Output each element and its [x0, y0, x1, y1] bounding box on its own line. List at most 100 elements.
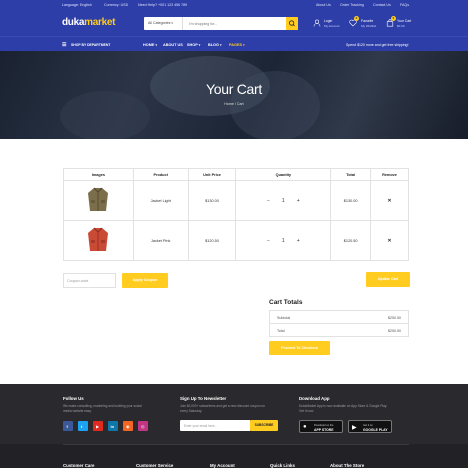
cart-label[interactable]: Your Cart: [397, 19, 411, 23]
play-icon: ▶: [352, 424, 357, 431]
column-header: Images: [63, 168, 134, 181]
newsletter-email-input[interactable]: Enter your email here...: [180, 420, 250, 431]
rss-icon[interactable]: ◉: [123, 421, 133, 431]
cart-totals-title: Cart Totals: [269, 299, 303, 306]
newsletter-text: every Saturday.: [180, 409, 203, 413]
chevron-down-icon: ▾: [198, 43, 201, 47]
twitter-icon[interactable]: t: [78, 421, 88, 431]
search-input[interactable]: [184, 17, 286, 30]
table-header-row: Images Product Unit Price Quantity Total…: [63, 168, 409, 181]
jacket-image[interactable]: [86, 186, 110, 214]
currency-select[interactable]: Currency: USD: [104, 3, 128, 7]
nav-item-shop[interactable]: SHOP ▾: [187, 43, 200, 47]
qty-increase-button[interactable]: +: [297, 198, 300, 204]
footer-links-area: Customer Care Customer Service My Accoun…: [0, 444, 468, 468]
nav-item-home[interactable]: HOME ▾: [143, 43, 157, 47]
search-icon: [288, 20, 295, 27]
table-row: Jacket Pink $120.50 − 1 + $120.50 ✕: [63, 220, 409, 261]
breadcrumb-home[interactable]: Home: [224, 102, 234, 106]
table-row: Jacket Light $130.00 − 1 + $130.00 ✕: [63, 180, 409, 221]
chevron-down-icon: ▾: [171, 21, 173, 25]
apply-coupon-button[interactable]: Apply Coupon: [122, 273, 168, 288]
qty-input[interactable]: 1: [282, 238, 285, 244]
facebook-icon[interactable]: f: [63, 421, 73, 431]
breadcrumb-current: Cart: [236, 102, 244, 106]
site-logo[interactable]: dukamarket: [62, 17, 115, 28]
total-value: $250.50: [388, 329, 401, 333]
instagram-icon[interactable]: ◎: [138, 421, 148, 431]
app-store-small: Download on the: [314, 423, 334, 427]
follow-us-text: We make consulting, marketing and buildi…: [63, 404, 142, 408]
top-link-faqs[interactable]: FAQs: [400, 3, 409, 7]
line-total: $130.00: [330, 180, 372, 221]
subtotal-row: Subtotal $250.50: [270, 311, 408, 324]
top-bar: Language: English Currency: USD Need Hel…: [0, 0, 468, 10]
product-image-cell: [63, 220, 134, 261]
youtube-icon[interactable]: ▶: [93, 421, 103, 431]
top-link-order-tracking[interactable]: Order Tracking: [340, 3, 364, 7]
total-label: Total: [277, 329, 285, 333]
nav-item-blog[interactable]: BLOG ▾: [208, 43, 222, 47]
cart-totals-box: Subtotal $250.50 Total $250.50: [269, 310, 409, 337]
close-icon[interactable]: ✕: [387, 238, 391, 244]
follow-us-title: Follow Us: [63, 396, 84, 401]
remove-button[interactable]: ✕: [370, 180, 409, 221]
app-store-label: APP STORE: [314, 427, 334, 432]
help-phone: Need Help? +001 123 456 789: [138, 3, 188, 7]
subtotal-value: $250.50: [388, 316, 401, 320]
chevron-down-icon: ▾: [243, 43, 245, 47]
subscribe-button[interactable]: SUBSCRIBE: [250, 420, 278, 431]
column-header: Quantity: [235, 168, 332, 181]
unit-price: $120.50: [187, 220, 237, 261]
search-bar: All Categories ▾: [144, 17, 298, 30]
google-play-small: Get it on: [363, 423, 373, 427]
close-icon[interactable]: ✕: [387, 198, 391, 204]
footer-column-title: My Account: [210, 463, 235, 468]
search-button[interactable]: [286, 17, 298, 30]
cart-sub[interactable]: $0.00: [397, 24, 405, 28]
footer-column-title: Customer Service: [136, 463, 174, 468]
top-link-about[interactable]: About Us: [316, 3, 331, 7]
newsletter-text: Join 60,000+ subscribers and get a new d…: [180, 404, 265, 408]
qty-decrease-button[interactable]: −: [267, 198, 270, 204]
wishlist-label[interactable]: Favorite: [361, 19, 373, 23]
app-store-button[interactable]: ● Download on the APP STORE: [299, 420, 343, 433]
qty-increase-button[interactable]: +: [297, 238, 300, 244]
subtotal-label: Subtotal: [277, 316, 291, 320]
search-category-select[interactable]: All Categories ▾: [144, 17, 183, 30]
product-name[interactable]: Jacket Light: [132, 180, 189, 221]
update-cart-button[interactable]: Update Cart: [366, 272, 410, 287]
remove-button[interactable]: ✕: [370, 220, 409, 261]
footer-divider: [63, 444, 409, 445]
qty-decrease-button[interactable]: −: [267, 238, 270, 244]
account-label[interactable]: Login: [324, 19, 332, 23]
top-link-contact[interactable]: Contact Us: [373, 3, 391, 7]
checkout-button[interactable]: Proceed To Checkout: [269, 341, 330, 355]
newsletter-title: Sign Up To Newsletter: [180, 396, 227, 401]
google-play-label: GOOGLE PLAY: [363, 427, 388, 432]
cart-count-badge: 0: [391, 16, 396, 21]
jacket-image[interactable]: [86, 226, 110, 254]
wishlist-sub[interactable]: My Wishlist: [361, 24, 376, 28]
linkedin-icon[interactable]: in: [108, 421, 118, 431]
apple-icon: ●: [303, 424, 307, 430]
google-play-button[interactable]: ▶ Get it on GOOGLE PLAY: [348, 420, 392, 433]
line-total: $120.50: [330, 220, 372, 261]
column-header: Total: [330, 168, 372, 181]
quantity-cell: − 1 +: [235, 220, 332, 261]
wishlist-count-badge: 0: [354, 16, 359, 21]
product-name[interactable]: Jacket Pink: [132, 220, 189, 261]
menu-icon[interactable]: ☰: [62, 42, 66, 48]
main-nav: ☰ SHOP BY DEPARTMENT HOME ▾ ABOUT US SHO…: [0, 36, 468, 51]
coupon-input[interactable]: Coupon code: [63, 273, 116, 288]
nav-item-about[interactable]: ABOUT US: [163, 43, 183, 47]
user-icon[interactable]: [313, 19, 321, 27]
follow-us-text: media website easy.: [63, 409, 92, 413]
chevron-down-icon: ▾: [220, 43, 222, 47]
account-sub[interactable]: My Account: [324, 24, 340, 28]
shop-by-department[interactable]: SHOP BY DEPARTMENT: [71, 43, 110, 47]
language-select[interactable]: Language: English: [62, 3, 92, 7]
chevron-down-icon: ▾: [155, 43, 157, 47]
qty-input[interactable]: 1: [282, 198, 285, 204]
nav-item-pages[interactable]: PAGES ▾: [229, 43, 245, 47]
